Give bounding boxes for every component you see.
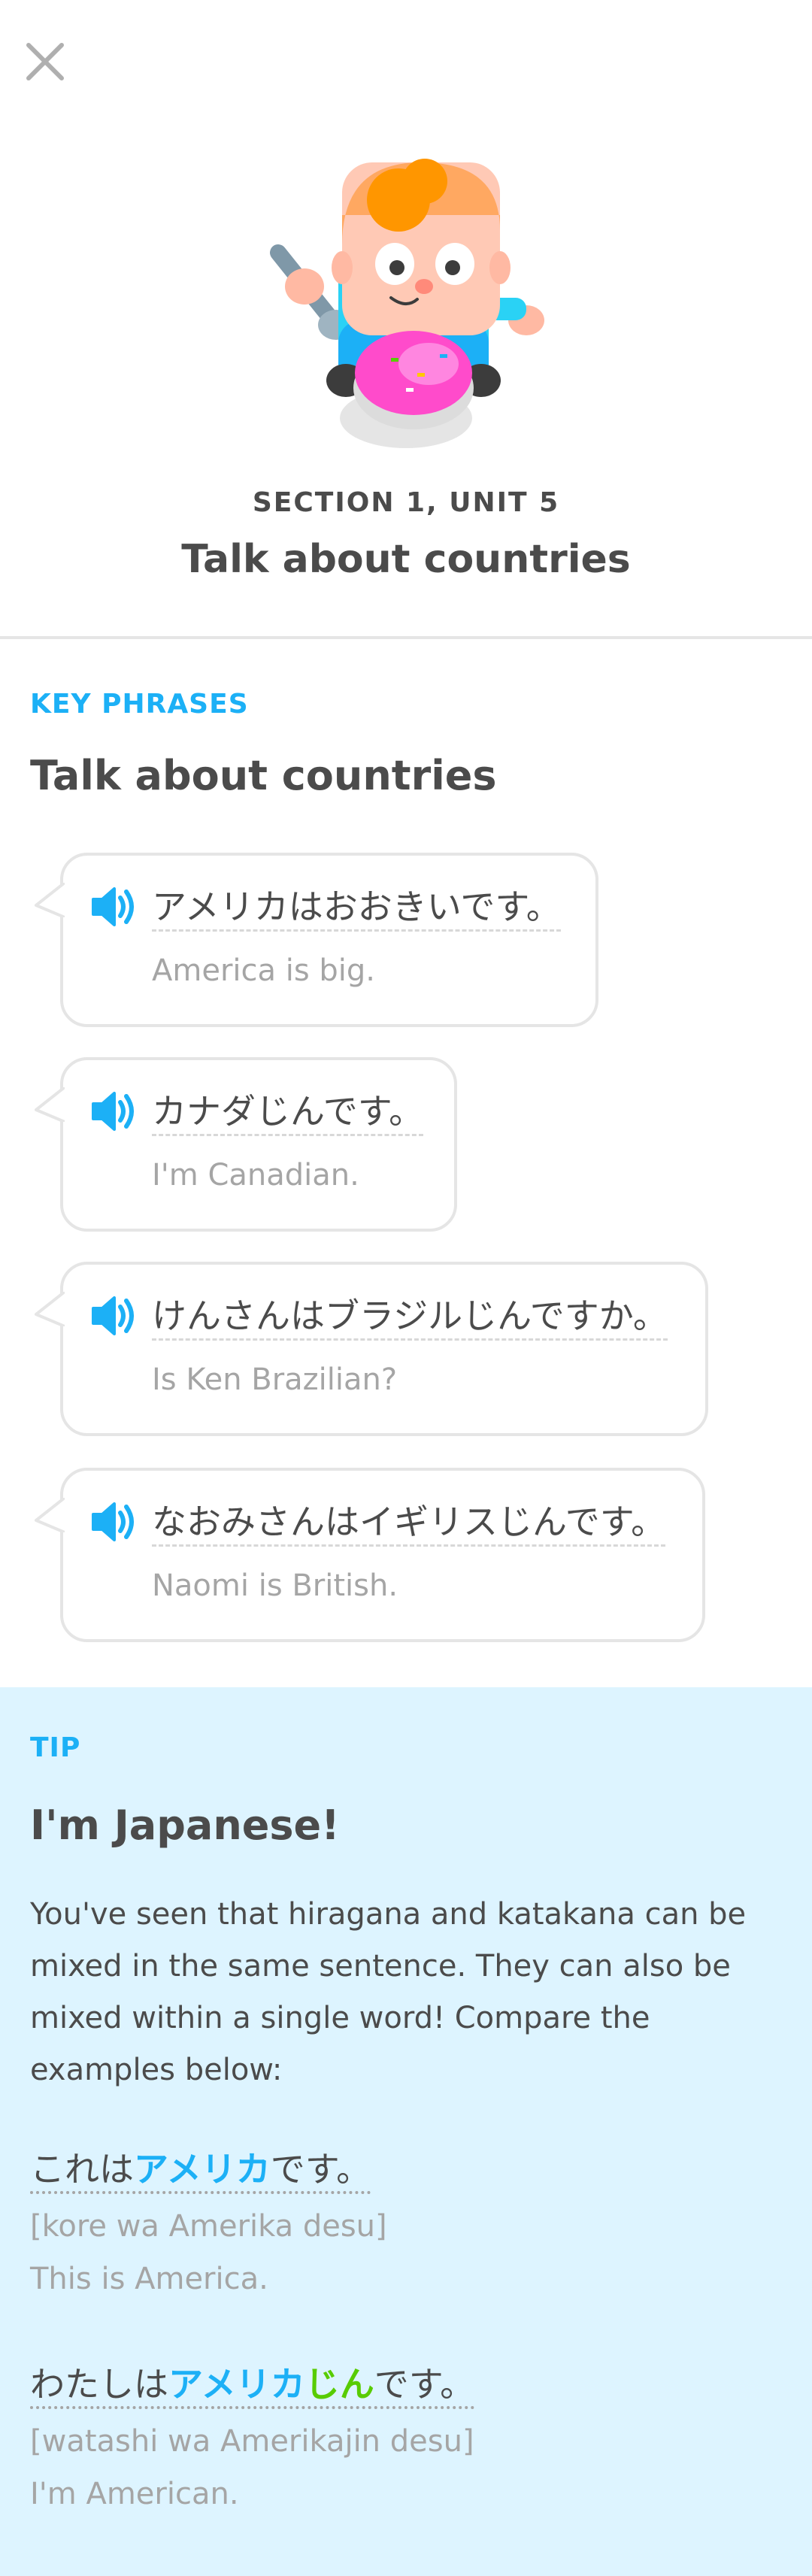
close-button[interactable] [23, 39, 68, 84]
example-translation: I'm American. [30, 2477, 239, 2511]
example-katakana-text: アメリカ [134, 2149, 271, 2190]
phrase-japanese[interactable]: けんさんはブラジルじんですか。 [152, 1295, 668, 1341]
phrase-card: アメリカはおおきいです。 America is big. [35, 853, 598, 1027]
speaker-icon [92, 1296, 134, 1335]
phrase-translation: I'm Canadian. [152, 1158, 359, 1193]
bubble-tail [35, 1498, 65, 1532]
example-hiragana-text: です。 [374, 2364, 475, 2405]
phrase-translation: Is Ken Brazilian? [152, 1362, 398, 1397]
phrase-translation: Naomi is British. [152, 1568, 398, 1603]
speaker-button[interactable] [90, 1092, 137, 1131]
bubble-tail [35, 1292, 65, 1326]
speaker-button[interactable] [90, 887, 137, 926]
example-hiragana-text: これは [30, 2149, 134, 2190]
page-title: Talk about countries [181, 537, 631, 582]
phrase-japanese[interactable]: なおみさんはイギリスじんです。 [152, 1501, 666, 1547]
divider [0, 636, 812, 639]
example-romaji: [watashi wa Amerikajin desu] [30, 2424, 474, 2459]
tip-label: TIP [30, 1732, 81, 1763]
bubble-tail [35, 883, 65, 917]
tip-title: I'm Japanese! [30, 1802, 340, 1849]
close-icon [26, 43, 64, 80]
example-hiragana-text: わたしは [30, 2364, 168, 2405]
example-katakana-text: アメリカ [168, 2364, 305, 2405]
phrase-card: カナダじんです。 I'm Canadian. [35, 1057, 457, 1232]
bubble-tail [35, 1087, 65, 1122]
speaker-button[interactable] [90, 1296, 137, 1335]
example-translation: This is America. [30, 2262, 268, 2296]
tip-section: TIP I'm Japanese! You've seen that hirag… [0, 1687, 812, 2576]
speaker-icon [92, 1092, 134, 1131]
example-hiragana-text: です。 [270, 2149, 371, 2190]
example-japanese[interactable]: わたしはアメリカじんです。 [30, 2362, 475, 2409]
phrase-card: なおみさんはイギリスじんです。 Naomi is British. [35, 1468, 705, 1642]
speaker-icon [92, 1502, 134, 1541]
key-phrases-title: Talk about countries [30, 752, 497, 799]
phrase-card: けんさんはブラジルじんですか。 Is Ken Brazilian? [35, 1262, 708, 1436]
character-illustration [256, 147, 556, 456]
section-unit-label: SECTION 1, UNIT 5 [252, 487, 560, 518]
example-japanese[interactable]: これはアメリカです。 [30, 2147, 371, 2194]
example-highlight-hiragana: じん [304, 2364, 374, 2405]
tip-body: You've seen that hiragana and katakana c… [30, 1897, 747, 2087]
key-phrases-label: KEY PHRASES [30, 689, 249, 720]
speaker-button[interactable] [90, 1502, 137, 1541]
speaker-icon [92, 887, 134, 926]
phrase-translation: America is big. [152, 953, 375, 988]
phrase-japanese[interactable]: アメリカはおおきいです。 [152, 886, 561, 932]
example-romaji: [kore wa Amerika desu] [30, 2209, 387, 2244]
phrase-japanese[interactable]: カナダじんです。 [152, 1090, 424, 1136]
